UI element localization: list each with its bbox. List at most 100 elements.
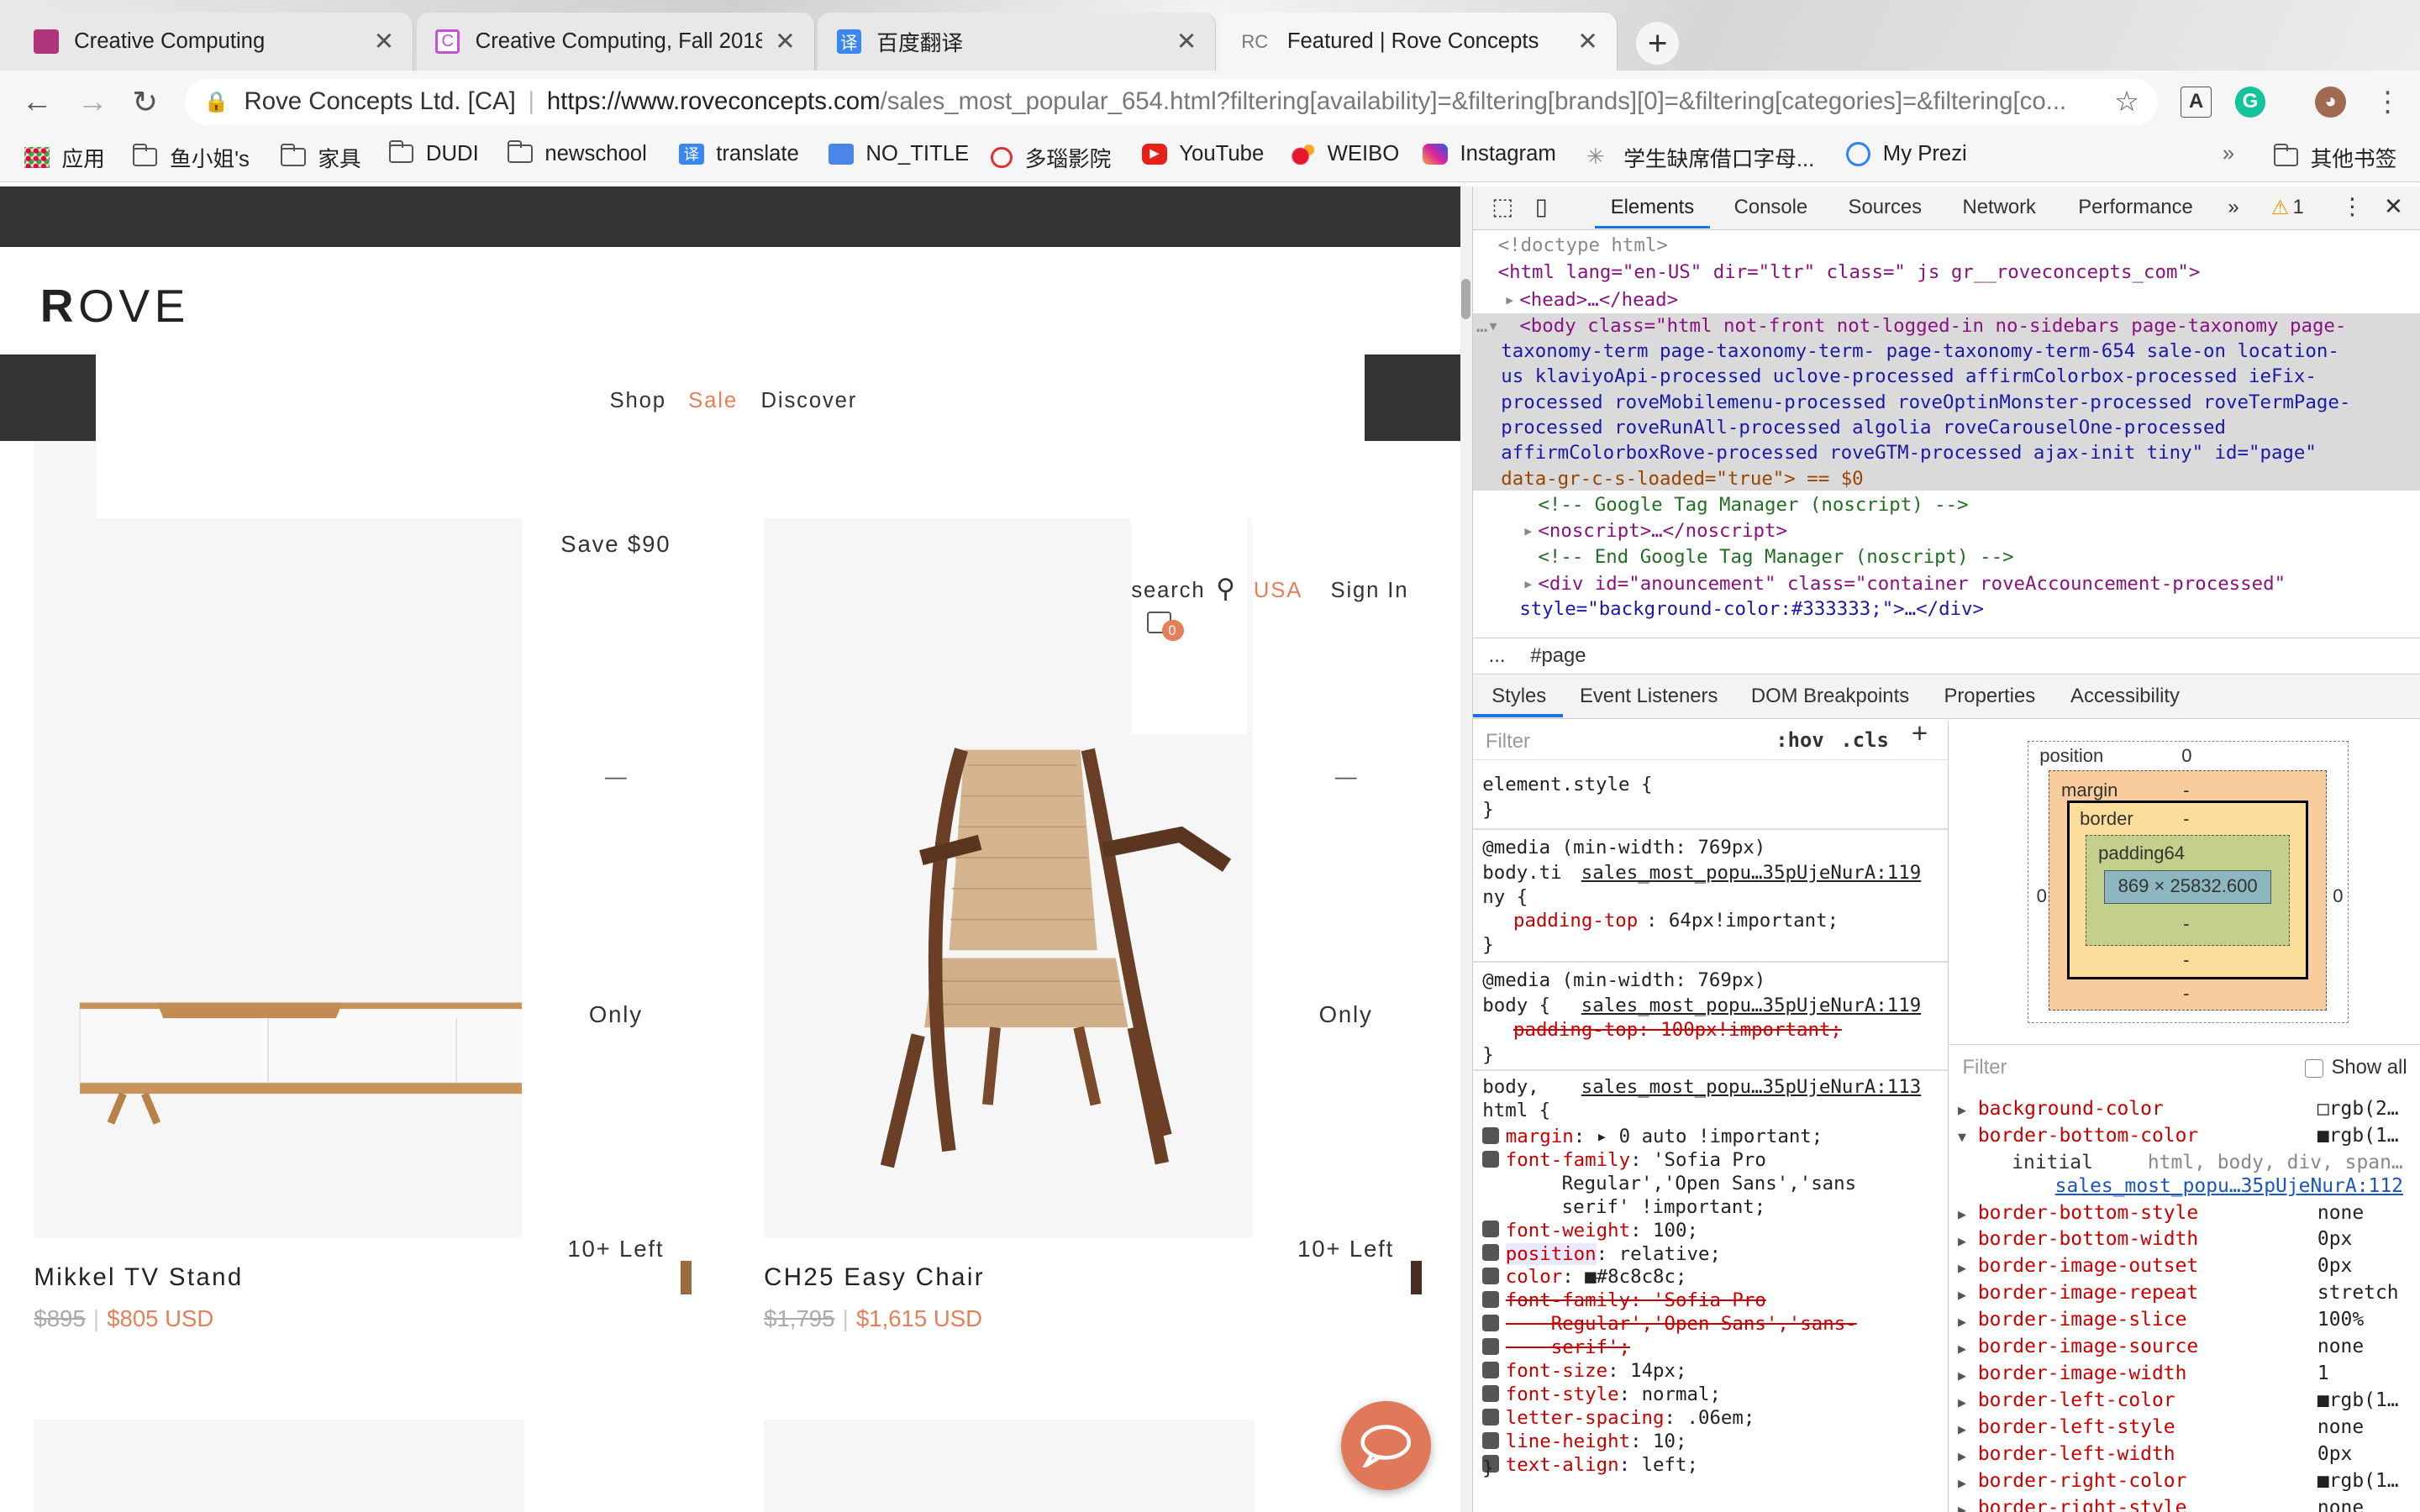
element-style-selector[interactable]: element.style { <box>1482 773 1652 796</box>
expand-triangle-icon[interactable]: ▶ <box>1958 1502 1966 1512</box>
computed-property-row[interactable]: ▶ border-left-color ■rgb(1… <box>1950 1389 2420 1415</box>
css-declaration[interactable]: text-align: left; <box>1482 1453 1698 1477</box>
new-tab-button[interactable]: + <box>1635 21 1680 66</box>
expand-triangle-icon[interactable]: ▶ <box>1958 1368 1966 1383</box>
bookmark-folder[interactable]: newschool <box>508 140 647 166</box>
profile-avatar[interactable]: ◕ <box>2315 86 2346 118</box>
css-declaration[interactable]: font-size: 14px; <box>1482 1359 1687 1383</box>
rule-source-link[interactable]: sales_most_popu…35pUjeNurA:119 <box>1581 994 1921 1017</box>
expand-triangle-icon[interactable]: ▶ <box>1958 1102 1966 1118</box>
computed-property-row[interactable]: ▶ border-right-color ■rgb(1… <box>1950 1470 2420 1496</box>
close-icon[interactable]: ✕ <box>775 27 796 56</box>
tab-creative-computing[interactable]: Creative Computing ✕ <box>15 12 414 71</box>
product-card[interactable]: — Only 10+ Left CH25 Easy Chair $1,795 | $… <box>764 518 1440 1512</box>
rule-selector-cont[interactable]: ny { <box>1482 885 1528 909</box>
nav-shop[interactable]: Shop <box>610 389 666 413</box>
css-declaration[interactable]: Regular','Open Sans','sans <box>1482 1172 1857 1195</box>
css-declaration[interactable]: serif' !important; <box>1482 1195 1766 1219</box>
checkbox-icon[interactable] <box>1482 1361 1500 1378</box>
checkbox-icon[interactable] <box>1482 1268 1500 1285</box>
bookmark-cinema[interactable]: 多瑙影院 <box>991 142 1111 173</box>
ellipsis-icon[interactable]: …▾ <box>1476 313 1499 339</box>
back-icon[interactable]: ← <box>18 83 55 120</box>
color-swatch[interactable] <box>1410 1260 1422 1294</box>
expand-triangle-icon[interactable]: ▶ <box>1958 1448 1966 1464</box>
rove-logo[interactable]: ROVE <box>40 279 190 333</box>
computed-property-row[interactable]: ▶ border-bottom-width 0px <box>1950 1228 2420 1254</box>
checkbox-icon[interactable] <box>1482 1291 1500 1309</box>
trace-source-link[interactable]: sales_most_popu…35pUjeNurA:112 <box>2055 1175 2403 1197</box>
body-node-line[interactable]: processed roveRunAll-processed algolia r… <box>1501 415 2226 440</box>
bookmark-translate[interactable]: 译 translate <box>679 142 799 166</box>
bookmark-star-icon[interactable]: ☆ <box>2108 83 2145 120</box>
bookmark-no-title[interactable]: NO_TITLE <box>829 142 969 166</box>
computed-property-row[interactable]: ▶ border-image-slice 100% <box>1950 1309 2420 1335</box>
css-declaration[interactable]: Regular','Open Sans','sans- <box>1482 1312 1857 1336</box>
bookmark-apps[interactable]: 应用 <box>24 142 105 173</box>
expand-triangle-icon[interactable]: ▶ <box>1958 1341 1966 1357</box>
checkbox-icon[interactable] <box>1482 1126 1500 1144</box>
checkbox-icon[interactable] <box>1482 1314 1500 1332</box>
cart-icon[interactable]: 0 <box>1144 604 1184 642</box>
rule-selector[interactable]: body, <box>1482 1075 1539 1099</box>
expand-triangle-icon[interactable]: ▶ <box>1958 1394 1966 1410</box>
body-node-line[interactable]: us klaviyoApi-processed uclove-processed… <box>1501 364 2317 389</box>
bookmark-folder[interactable]: DUDI <box>388 140 479 166</box>
body-node-line[interactable]: affirmColorboxRove-processed roveGTM-pro… <box>1501 440 2317 465</box>
css-declaration[interactable]: line-height: 10; <box>1482 1430 1687 1453</box>
bookmark-youtube[interactable]: ▶ YouTube <box>1142 142 1264 166</box>
search-link[interactable]: search <box>1131 579 1205 602</box>
bookmark-other[interactable]: 其他书签 <box>2273 142 2396 173</box>
computed-filter-input[interactable]: Filter <box>1962 1056 2007 1079</box>
css-declaration[interactable]: font-weight: 100; <box>1482 1219 1698 1242</box>
tab-baidu-translate[interactable]: 译 百度翻译 ✕ <box>818 12 1217 71</box>
bookmark-student-excuse[interactable]: ✳ 学生缺席借口字母... <box>1586 142 1814 173</box>
comment-node[interactable]: <!-- End Google Tag Manager (noscript) -… <box>1538 544 2013 570</box>
body-node-line[interactable]: taxonomy-term page-taxonomy-term- page-t… <box>1501 339 2339 364</box>
computed-property-row[interactable]: ▶ border-image-outset 0px <box>1950 1255 2420 1281</box>
checkbox-icon[interactable] <box>1482 1244 1500 1262</box>
expand-triangle-icon[interactable]: ▸ <box>1523 571 1534 596</box>
close-icon[interactable]: ✕ <box>1577 27 1598 56</box>
subtab-accessibility[interactable]: Accessibility <box>2070 685 2180 708</box>
html-node[interactable]: <html lang="en-US" dir="ltr" class=" js … <box>1498 260 2201 285</box>
close-icon[interactable]: ✕ <box>1176 27 1197 56</box>
expand-triangle-icon[interactable]: ▸ <box>1523 518 1534 543</box>
computed-property-row[interactable]: ▶ border-image-width 1 <box>1950 1362 2420 1389</box>
styles-filter-input[interactable]: Filter <box>1486 730 1530 753</box>
sign-in-link[interactable]: Sign In <box>1330 579 1408 602</box>
css-declaration[interactable]: serif'; <box>1482 1336 1630 1359</box>
close-icon[interactable]: ✕ <box>374 27 395 56</box>
rule-source-link[interactable]: sales_most_popu…35pUjeNurA:113 <box>1581 1075 1921 1099</box>
product-name[interactable]: Mikkel TV Stand <box>34 1263 243 1292</box>
expand-triangle-icon[interactable]: ▶ <box>1958 1260 1966 1276</box>
collapse-triangle-icon[interactable]: ▼ <box>1958 1129 1966 1145</box>
scrollbar-thumb[interactable] <box>1461 279 1471 320</box>
bookmarks-overflow-chevron[interactable]: » <box>2223 142 2234 166</box>
body-node-line[interactable]: data-gr-c-s-loaded="true"> == $0 <box>1501 466 1863 491</box>
checkbox-icon[interactable] <box>1482 1150 1500 1168</box>
menu-kebab-icon[interactable]: ⋮ <box>2369 83 2406 120</box>
css-property[interactable]: padding-top <box>1513 909 1638 932</box>
bookmark-folder[interactable]: 家具 <box>281 142 361 173</box>
rule-selector[interactable]: body { <box>1482 994 1550 1017</box>
css-declaration[interactable]: letter-spacing: .06em; <box>1482 1406 1754 1430</box>
expand-triangle-icon[interactable]: ▶ <box>1958 1287 1966 1303</box>
settings-kebab-icon[interactable]: ⋮ <box>2340 193 2364 220</box>
computed-property-row[interactable]: ▶ border-bottom-style none <box>1950 1202 2420 1228</box>
show-all-checkbox[interactable] <box>2305 1058 2324 1078</box>
product-card[interactable]: Save $90 — Only 10+ Left Mikkel TV Stand… <box>34 518 710 1512</box>
reload-icon[interactable]: ↻ <box>127 83 164 120</box>
new-rule-icon[interactable]: + <box>1912 721 1928 748</box>
rule-source-link[interactable]: sales_most_popu…35pUjeNurA:119 <box>1581 861 1921 885</box>
div-node-line[interactable]: style="background-color:#333333;">…</div… <box>1519 596 1984 622</box>
hov-toggle[interactable]: :hov <box>1776 728 1823 752</box>
computed-property-row[interactable]: ▶ border-right-style none <box>1950 1497 2420 1512</box>
expand-triangle-icon[interactable]: ▶ <box>1958 1206 1966 1222</box>
product-image[interactable] <box>764 1419 1255 1512</box>
css-declaration[interactable]: margin: ▸ 0 auto !important; <box>1482 1125 1823 1148</box>
nav-discover[interactable]: Discover <box>761 389 858 413</box>
body-node-line[interactable]: processed roveMobilemenu-processed roveO… <box>1501 390 2350 415</box>
rule-selector-cont[interactable]: html { <box>1482 1099 1550 1122</box>
noscript-node[interactable]: <noscript>…</noscript> <box>1538 518 1787 543</box>
